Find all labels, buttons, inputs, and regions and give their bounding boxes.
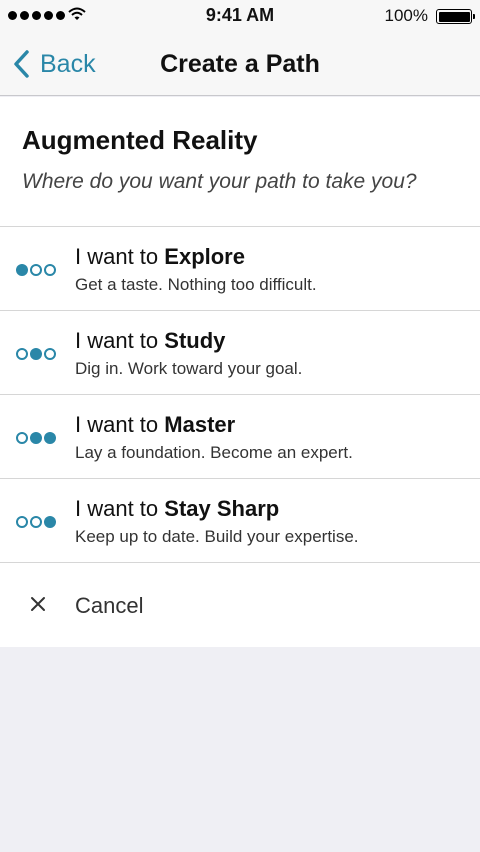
empty-dot xyxy=(44,264,56,276)
option-name: Master xyxy=(164,412,236,437)
option-description: Get a taste. Nothing too difficult. xyxy=(75,275,317,294)
filled-dot xyxy=(44,432,56,444)
option-text: I want to Master Lay a foundation. Become… xyxy=(75,412,353,463)
close-icon xyxy=(31,597,45,611)
option-title: I want to Explore xyxy=(75,244,317,270)
option-name: Study xyxy=(164,328,226,353)
battery-icon xyxy=(436,9,475,24)
option-text: I want to Study Dig in. Work toward your … xyxy=(75,328,302,379)
level-dots-icon xyxy=(16,516,56,528)
prompt-text: Where do you want your path to take you? xyxy=(22,170,417,193)
option-text: I want to Stay Sharp Keep up to date. Bui… xyxy=(75,496,359,547)
option-title: I want to Master xyxy=(75,412,353,438)
course-title: Augmented Reality xyxy=(22,125,258,155)
filled-dot xyxy=(16,264,28,276)
status-bar: 9:41 AM 100% xyxy=(0,0,480,32)
option-prefix: I want to xyxy=(75,328,165,353)
level-dots-icon xyxy=(16,264,56,276)
path-option-master[interactable]: I want to Master Lay a foundation. Become… xyxy=(0,395,480,479)
option-text: I want to Explore Get a taste. Nothing to… xyxy=(75,244,317,295)
empty-dot xyxy=(44,348,56,360)
option-name: Explore xyxy=(164,244,245,269)
empty-dot xyxy=(16,516,28,528)
option-description: Dig in. Work toward your goal. xyxy=(75,359,303,378)
path-options-panel: Augmented Reality Where do you want your… xyxy=(0,97,480,647)
level-dots-icon xyxy=(16,348,56,360)
page-title: Create a Path xyxy=(160,50,320,78)
cancel-button[interactable]: Cancel xyxy=(0,563,480,647)
navigation-bar: Back Create a Path xyxy=(0,32,480,96)
course-header: Augmented Reality Where do you want your… xyxy=(0,97,480,227)
option-description: Lay a foundation. Become an expert. xyxy=(75,443,353,462)
option-description: Keep up to date. Build your expertise. xyxy=(75,527,359,546)
option-prefix: I want to xyxy=(75,412,165,437)
filled-dot xyxy=(30,432,42,444)
level-dots-icon xyxy=(16,432,56,444)
battery-percentage: 100% xyxy=(384,6,428,25)
path-option-stay-sharp[interactable]: I want to Stay Sharp Keep up to date. Bui… xyxy=(0,479,480,563)
option-prefix: I want to xyxy=(75,244,165,269)
filled-dot xyxy=(44,516,56,528)
option-title: I want to Stay Sharp xyxy=(75,496,359,522)
path-option-study[interactable]: I want to Study Dig in. Work toward your … xyxy=(0,311,480,395)
cancel-label: Cancel xyxy=(75,593,144,618)
empty-dot xyxy=(16,432,28,444)
empty-dot xyxy=(30,264,42,276)
empty-dot xyxy=(30,516,42,528)
path-option-explore[interactable]: I want to Explore Get a taste. Nothing to… xyxy=(0,227,480,311)
option-name: Stay Sharp xyxy=(164,496,280,521)
filled-dot xyxy=(30,348,42,360)
empty-dot xyxy=(16,348,28,360)
option-prefix: I want to xyxy=(75,496,165,521)
path-option-list: I want to Explore Get a taste. Nothing to… xyxy=(0,227,480,563)
option-title: I want to Study xyxy=(75,328,302,354)
